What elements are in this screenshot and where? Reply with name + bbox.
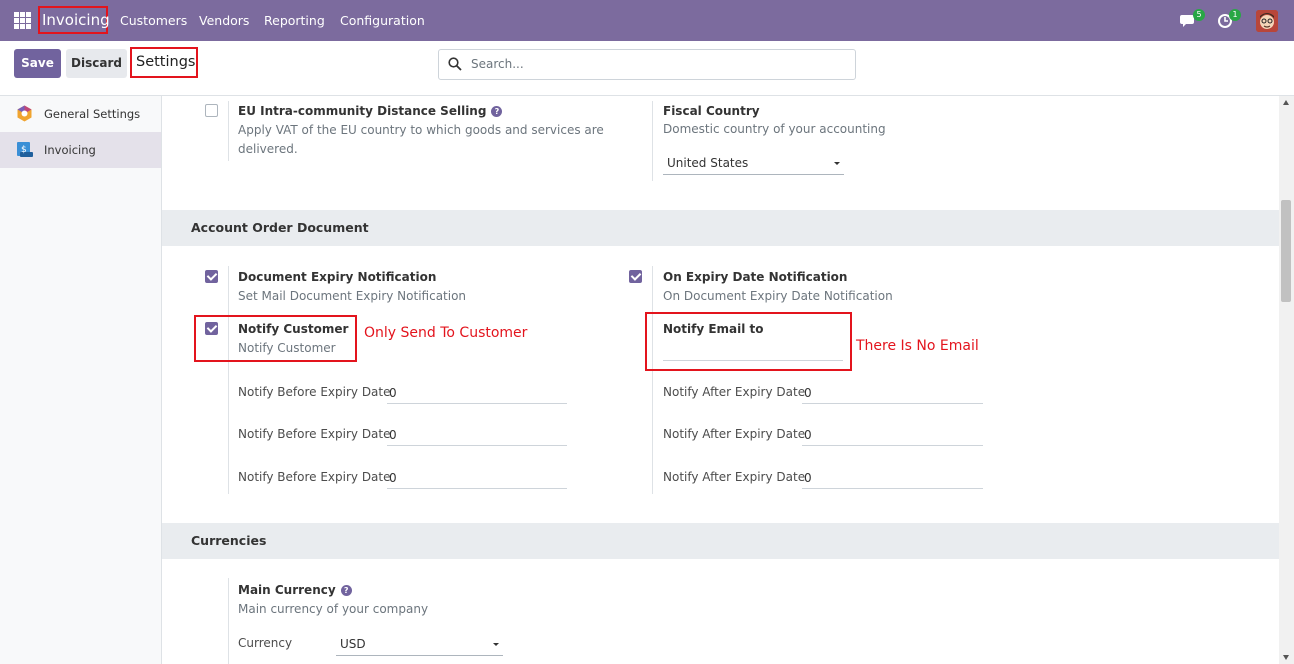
scroll-down-arrow-icon[interactable] — [1283, 655, 1289, 660]
messages-count-badge: 5 — [1193, 9, 1205, 21]
customer-annotation: Only Send To Customer — [364, 325, 528, 341]
help-icon[interactable]: ? — [340, 585, 352, 596]
help-icon[interactable]: ? — [491, 106, 503, 117]
app-name-link[interactable]: Invoicing — [38, 6, 110, 34]
divider — [228, 101, 229, 161]
currency-field-label: Currency — [238, 636, 293, 650]
currency-select[interactable]: USD — [336, 635, 503, 656]
eu-distance-checkbox[interactable] — [205, 104, 218, 117]
chevron-down-icon — [493, 643, 499, 646]
document-expiry-description: Set Mail Document Expiry Notification — [238, 289, 467, 303]
sidebar-item-invoicing[interactable]: $ Invoicing — [0, 132, 161, 168]
settings-content: EU Intra-community Distance Selling? App… — [162, 96, 1279, 664]
svg-text:$: $ — [21, 145, 27, 155]
notify-before-value: 0 — [389, 471, 397, 485]
main-currency-description: Main currency of your company — [238, 602, 429, 616]
control-panel: Save Discard Settings — [0, 41, 1294, 96]
notify-after-label: Notify After Expiry Date — [663, 385, 806, 399]
notify-after-value: 0 — [804, 471, 812, 485]
invoicing-app-icon: $ — [17, 142, 33, 157]
eu-distance-description: Apply VAT of the EU country to which goo… — [238, 123, 604, 156]
highlight-box — [194, 315, 357, 362]
user-avatar[interactable] — [1256, 10, 1278, 32]
notify-after-input[interactable]: 0 — [802, 426, 983, 446]
document-expiry-label: Document Expiry Notification — [238, 270, 437, 284]
highlight-box — [645, 312, 852, 371]
content-scrollbar[interactable] — [1279, 96, 1294, 664]
divider — [228, 266, 229, 494]
notify-before-label: Notify Before Expiry Date — [238, 470, 391, 484]
page-title: Settings — [130, 47, 198, 78]
divider — [652, 266, 653, 494]
fiscal-country-label: Fiscal Country — [663, 104, 760, 118]
fiscal-country-value: United States — [667, 156, 749, 170]
section-currencies: Currencies — [162, 523, 1279, 559]
notify-after-input[interactable]: 0 — [802, 384, 983, 404]
on-expiry-label: On Expiry Date Notification — [663, 270, 848, 284]
currency-value: USD — [340, 637, 366, 651]
sidebar-item-general-settings[interactable]: General Settings — [0, 96, 161, 132]
section-account-order-document: Account Order Document — [162, 210, 1279, 246]
odoo-settings-icon — [17, 105, 32, 122]
search-icon — [448, 57, 462, 71]
email-annotation: There Is No Email — [856, 338, 979, 354]
top-navbar: Invoicing Customers Vendors Reporting Co… — [0, 0, 1294, 41]
apps-menu-icon[interactable] — [14, 12, 31, 29]
settings-sidebar: General Settings $ Invoicing — [0, 96, 162, 664]
search-input[interactable] — [471, 57, 841, 71]
divider — [228, 578, 229, 664]
menu-configuration[interactable]: Configuration — [340, 13, 425, 28]
on-expiry-description: On Document Expiry Date Notification — [663, 289, 893, 303]
fiscal-country-select[interactable]: United States — [663, 154, 844, 175]
search-box[interactable] — [438, 49, 856, 80]
divider — [652, 101, 653, 181]
notify-before-value: 0 — [389, 428, 397, 442]
discard-button[interactable]: Discard — [66, 49, 127, 78]
section-title: Account Order Document — [191, 220, 369, 235]
notify-after-label: Notify After Expiry Date — [663, 470, 806, 484]
sidebar-item-label: Invoicing — [44, 143, 96, 157]
menu-vendors[interactable]: Vendors — [199, 13, 249, 28]
menu-customers[interactable]: Customers — [120, 13, 187, 28]
chevron-down-icon — [834, 162, 840, 165]
on-expiry-checkbox[interactable] — [629, 270, 642, 283]
main-currency-label: Main Currency? — [238, 583, 352, 597]
eu-distance-label: EU Intra-community Distance Selling? — [238, 104, 503, 118]
notify-before-label: Notify Before Expiry Date — [238, 427, 391, 441]
scrollbar-thumb[interactable] — [1281, 200, 1291, 302]
notify-before-value: 0 — [389, 386, 397, 400]
notify-after-input[interactable]: 0 — [802, 469, 983, 489]
save-button[interactable]: Save — [14, 49, 61, 78]
notify-after-value: 0 — [804, 386, 812, 400]
sidebar-item-label: General Settings — [44, 107, 141, 121]
notify-before-input[interactable]: 0 — [387, 426, 567, 446]
notify-before-input[interactable]: 0 — [387, 384, 567, 404]
menu-reporting[interactable]: Reporting — [264, 13, 325, 28]
notify-before-label: Notify Before Expiry Date — [238, 385, 391, 399]
section-title: Currencies — [191, 533, 267, 548]
fiscal-country-description: Domestic country of your accounting — [663, 122, 886, 136]
scroll-up-arrow-icon[interactable] — [1283, 100, 1289, 105]
notify-before-input[interactable]: 0 — [387, 469, 567, 489]
activities-count-badge: 1 — [1229, 9, 1241, 21]
notify-after-label: Notify After Expiry Date — [663, 427, 806, 441]
document-expiry-checkbox[interactable] — [205, 270, 218, 283]
notify-after-value: 0 — [804, 428, 812, 442]
